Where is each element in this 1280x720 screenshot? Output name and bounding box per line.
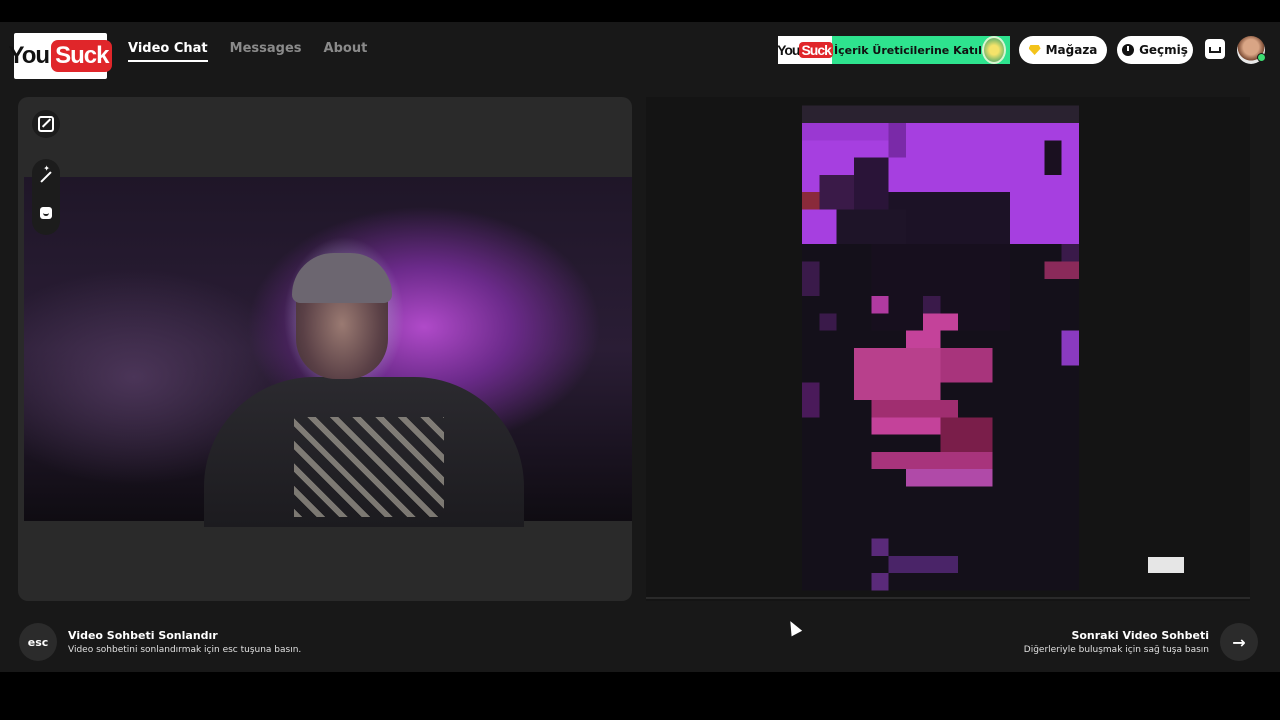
store-label: Mağaza xyxy=(1045,43,1098,57)
shirt-pattern xyxy=(294,417,444,517)
main-nav: Video Chat Messages About xyxy=(128,41,367,62)
history-label: Geçmiş xyxy=(1139,43,1188,57)
emoji-icon xyxy=(40,207,52,219)
history-button[interactable]: Geçmiş xyxy=(1117,36,1193,64)
promo-logo-you: You xyxy=(778,42,800,58)
store-button[interactable]: Mağaza xyxy=(1019,36,1107,64)
clock-icon xyxy=(1122,44,1135,56)
nav-messages[interactable]: Messages xyxy=(230,41,302,62)
next-chat-button[interactable]: → xyxy=(1220,623,1258,661)
nav-video-chat[interactable]: Video Chat xyxy=(128,41,208,62)
nav-about[interactable]: About xyxy=(324,41,368,62)
app-window: You Suck Video Chat Messages About You Su… xyxy=(0,22,1280,672)
end-chat-esc-button[interactable]: esc xyxy=(19,623,57,661)
person-beanie xyxy=(292,253,392,303)
remote-video-area xyxy=(646,97,1250,601)
online-status-dot xyxy=(1257,53,1266,62)
promo-text: İçerik Üreticilerine Katıl xyxy=(834,43,982,57)
yousuck-logo[interactable]: You Suck xyxy=(9,33,113,79)
end-chat-hint: Video sohbetini sonlandırmak için esc tu… xyxy=(68,645,302,655)
logo-you-text: You xyxy=(8,42,51,69)
mouse-cursor-icon xyxy=(785,618,803,637)
coin-icon xyxy=(981,36,1006,64)
diamond-icon xyxy=(1028,45,1041,55)
remote-divider xyxy=(646,597,1250,599)
next-chat-title: Sonraki Video Sohbeti xyxy=(1071,629,1209,642)
end-chat-title: Video Sohbeti Sonlandır xyxy=(68,629,218,642)
local-camera-feed xyxy=(24,177,632,527)
remote-camera-feed-pixelated xyxy=(802,105,1079,591)
arrow-right-icon: → xyxy=(1232,632,1246,652)
magic-wand-icon xyxy=(40,171,52,183)
expand-icon xyxy=(38,116,54,132)
promo-logo: You Suck xyxy=(778,36,833,64)
user-avatar[interactable] xyxy=(1237,36,1266,64)
emoji-button[interactable] xyxy=(32,199,60,227)
expand-button[interactable] xyxy=(32,110,60,138)
promo-logo-suck: Suck xyxy=(799,42,833,58)
creator-promo-banner[interactable]: You Suck İçerik Üreticilerine Katıl xyxy=(778,36,1010,64)
effects-button[interactable] xyxy=(32,163,60,191)
logo-suck-text: Suck xyxy=(51,40,113,72)
local-video-panel xyxy=(18,97,632,601)
pixelated-stranger-video xyxy=(802,105,1079,591)
next-chat-hint: Diğerleriyle buluşmak için sağ tuşa bası… xyxy=(1023,645,1209,655)
watermark-block xyxy=(1148,557,1184,573)
archive-icon[interactable] xyxy=(1205,39,1225,59)
